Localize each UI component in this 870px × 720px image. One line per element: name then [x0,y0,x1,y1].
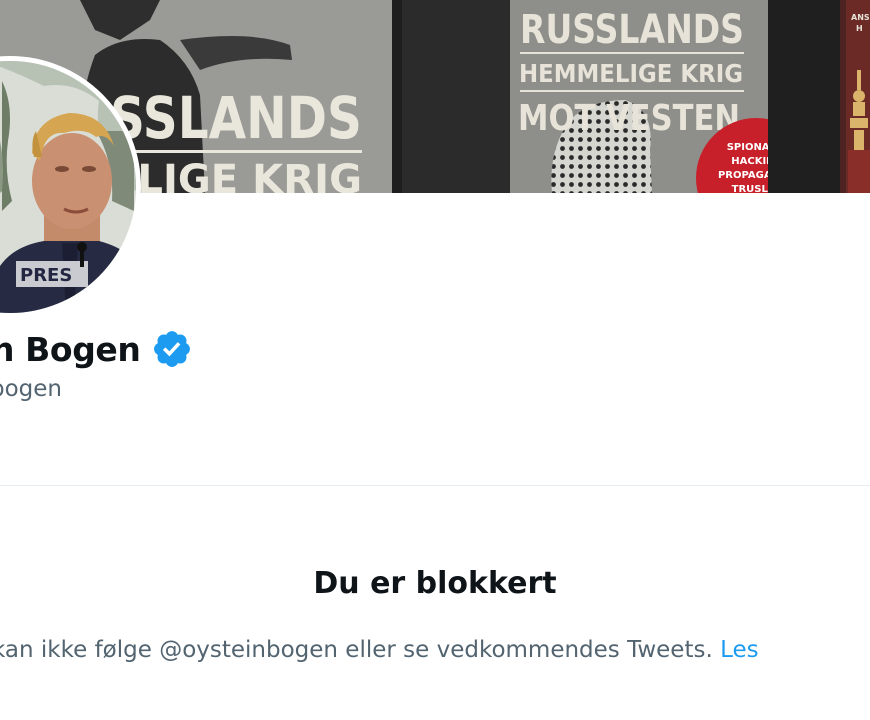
book-center-title-2: HEMMELIGE KRIG [519,59,743,88]
book-left-title-2: ELIGE KRIG [110,157,362,193]
vest-text: PRES [20,265,72,286]
verified-badge-icon[interactable] [151,328,193,370]
profile-handle: bogen [0,376,62,402]
book-left-title-1: SSLANDS [110,84,362,152]
book-right-text-2: H [856,24,863,33]
blocked-title: Du er blokkert [313,566,557,601]
blocked-description-text: kan ikke følge @oysteinbogen eller se ve… [0,637,713,663]
display-name: n Bogen [0,329,141,369]
learn-more-link[interactable]: Les [720,637,759,663]
book-center-title-1: RUSSLANDS [520,7,744,53]
blocked-description: kan ikke følge @oysteinbogen eller se ve… [0,637,759,663]
book-right-text-1: ANS [851,13,870,22]
profile-page: SSLANDS ELIGE KRIG RUSSLANDS HEMMELIGE K… [0,0,870,720]
profile-name-row: n Bogen [0,326,193,372]
section-divider [0,485,870,486]
book-center-title-3: MOT VESTEN [518,98,740,139]
